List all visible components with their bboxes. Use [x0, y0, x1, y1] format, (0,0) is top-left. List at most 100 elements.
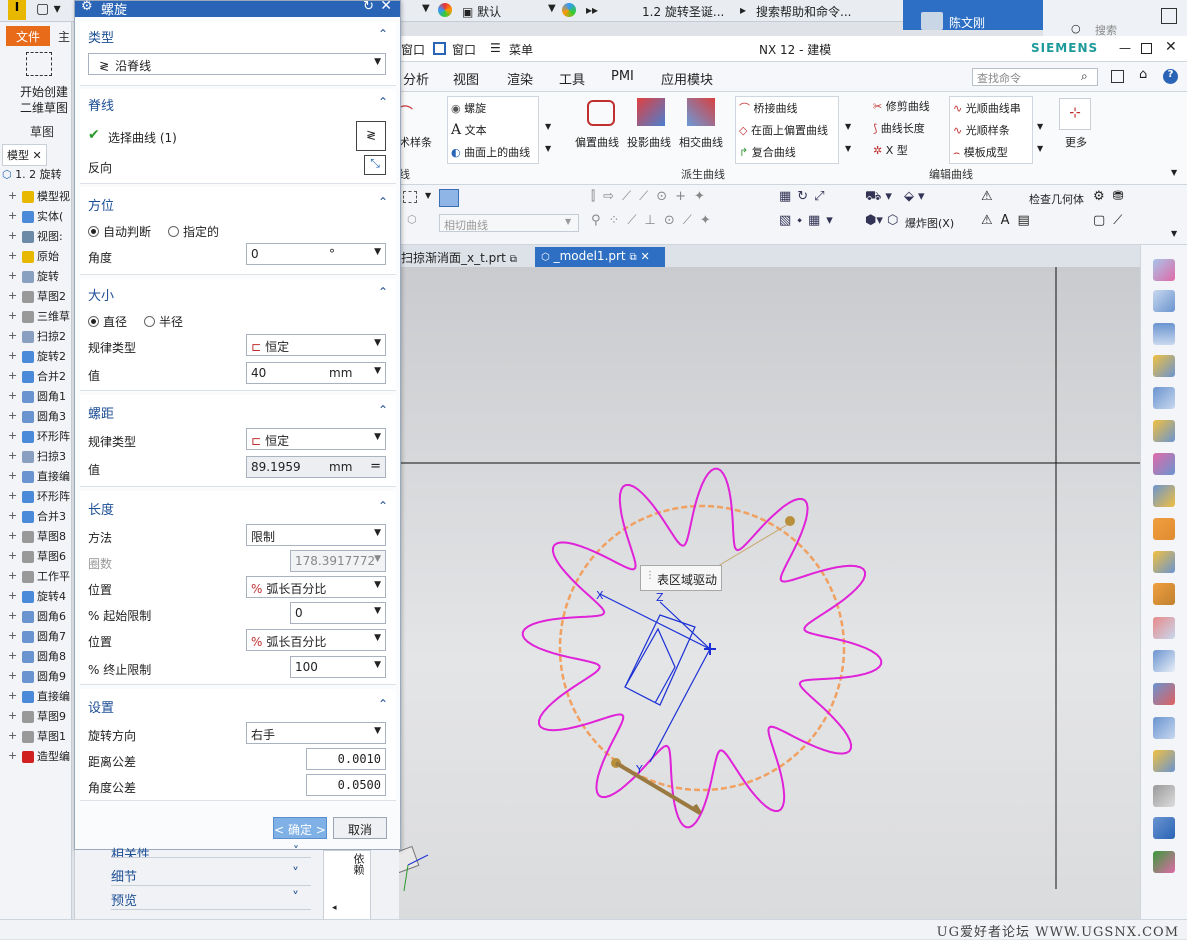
menu-tools[interactable]: 工具	[559, 69, 585, 88]
tree-item[interactable]: + 直接编	[0, 688, 72, 708]
fullscreen-icon[interactable]	[1111, 70, 1124, 83]
tree-item[interactable]: + 圆角6	[0, 608, 72, 628]
expand-icon[interactable]: +	[8, 289, 17, 302]
radio-auto[interactable]: 自动判断	[88, 223, 151, 240]
size-value-input[interactable]: 40 mm ▼	[246, 362, 386, 384]
expand-icon[interactable]: +	[8, 309, 17, 322]
offset-in-face-button[interactable]: ◇ 在面上偏置曲线	[739, 122, 828, 138]
gallery-down-icon[interactable]: ▼	[1037, 122, 1043, 131]
offset-face-icon[interactable]	[1153, 750, 1175, 772]
search-input[interactable]: 搜索	[1095, 22, 1117, 36]
grid-array-icon[interactable]	[1153, 583, 1175, 605]
dropdown-arrow-icon[interactable]: ▼	[548, 3, 556, 14]
spline-button[interactable]: 术样条	[399, 134, 432, 150]
collapse-chevron-icon[interactable]: ⌃	[378, 499, 388, 513]
projected-curve-button[interactable]: 投影曲线	[627, 134, 671, 150]
ribbon-options-icon[interactable]: ⌂	[1139, 67, 1147, 82]
tree-item[interactable]: + 圆角1	[0, 388, 72, 408]
composite-curve-button[interactable]: ↱ 复合曲线	[739, 144, 796, 160]
tree-item[interactable]: + 圆角7	[0, 628, 72, 648]
mesh-surface-icon[interactable]	[1153, 717, 1175, 739]
expand-icon[interactable]: +	[8, 509, 17, 522]
offset-curve-button[interactable]: 偏置曲线	[575, 134, 619, 150]
check-geometry-button[interactable]: 检查几何体	[1029, 191, 1084, 207]
expand-icon[interactable]: +	[8, 229, 17, 242]
expand-icon[interactable]: +	[8, 669, 17, 682]
gallery-more-icon[interactable]: ▼	[845, 144, 851, 153]
tree-item[interactable]: + 原始	[0, 248, 72, 268]
smooth-curve-string-button[interactable]: ∿ 光顺曲线串	[953, 100, 1021, 116]
select-curve-label[interactable]: 选择曲线 (1)	[108, 129, 177, 146]
expand-icon[interactable]: +	[8, 389, 17, 402]
snap-icons-row2[interactable]: ⚲⁘⟋⊥⊙⟋✦	[591, 213, 719, 228]
collapse-chevron-icon[interactable]: ⌃	[378, 95, 388, 109]
new-file-icon[interactable]: ▢ ▾	[36, 1, 61, 17]
tree-item[interactable]: + 环形阵	[0, 428, 72, 448]
cylinder-icon[interactable]	[1153, 290, 1175, 312]
close-icon[interactable]: ✕	[1165, 39, 1177, 55]
graphics-viewport[interactable]: X Z Y	[370, 267, 1140, 919]
unite-icon[interactable]	[1153, 485, 1175, 507]
expand-icon[interactable]: +	[8, 549, 17, 562]
size-header[interactable]: 大小	[88, 285, 114, 304]
reverse-direction-icon[interactable]: ⤡	[364, 155, 386, 175]
type-select[interactable]: ≷ 沿脊线 ▼	[88, 53, 386, 75]
spine-header[interactable]: 脊线	[88, 95, 114, 114]
dropdown-arrow-icon[interactable]: ▼	[425, 191, 431, 200]
gallery-more-icon[interactable]: ▼	[1037, 144, 1043, 153]
dependencies-row[interactable]: 相关性 ˅	[111, 844, 311, 858]
expand-icon[interactable]: +	[8, 729, 17, 742]
surface-icon[interactable]	[1153, 617, 1175, 639]
expand-icon[interactable]: +	[8, 329, 17, 342]
gallery-more-icon[interactable]: ▼	[545, 144, 551, 153]
angle-input[interactable]: 0 ° ▼	[246, 243, 386, 265]
help-search-field[interactable]: 搜索帮助和命令...	[756, 3, 851, 20]
expand-icon[interactable]: +	[8, 429, 17, 442]
ribbon-expand-icon[interactable]: ▼	[1171, 168, 1177, 177]
expand-icon[interactable]: +	[8, 249, 17, 262]
radio-diameter[interactable]: 直径	[88, 313, 127, 330]
book-icon[interactable]	[1153, 323, 1175, 345]
tree-item[interactable]: + 草图1	[0, 728, 72, 748]
tree-item[interactable]: + 草图2	[0, 288, 72, 308]
tree-item[interactable]: + 草图6	[0, 548, 72, 568]
menu-pmi[interactable]: PMI	[611, 69, 634, 84]
tree-item[interactable]: + 合并3	[0, 508, 72, 528]
view-icons-row2[interactable]: ▧⬩▦▾	[779, 213, 839, 228]
expand-icon[interactable]: +	[8, 569, 17, 582]
roles-icon[interactable]	[1153, 851, 1175, 873]
distance-tolerance-input[interactable]: 0.0010	[306, 748, 386, 770]
exploded-view-button[interactable]: 爆炸图(X)	[905, 215, 954, 231]
expand-icon[interactable]: +	[8, 469, 17, 482]
pipe-icon[interactable]	[1153, 387, 1175, 409]
close-tab-icon[interactable]: ✕	[640, 250, 649, 263]
expand-icon[interactable]: +	[8, 189, 17, 202]
maximize-icon[interactable]	[1141, 43, 1152, 54]
expand-icon[interactable]: +	[8, 689, 17, 702]
expand-icon[interactable]: +	[8, 609, 17, 622]
tree-item[interactable]: + 旋转	[0, 268, 72, 288]
expand-icon[interactable]: +	[8, 649, 17, 662]
color-wheel-icon[interactable]	[438, 3, 452, 17]
tree-item[interactable]: + 旋转2	[0, 348, 72, 368]
toolbar-expand-icon[interactable]: ▼	[1171, 229, 1177, 238]
expand-icon[interactable]: +	[8, 489, 17, 502]
switch-window-button[interactable]: 窗口	[401, 41, 425, 58]
select-curve-icon[interactable]: ≷	[356, 121, 386, 151]
tree-item[interactable]: + 合并2	[0, 368, 72, 388]
type-header[interactable]: 类型	[88, 27, 114, 46]
tree-item[interactable]: + 圆角8	[0, 648, 72, 668]
expand-icon[interactable]: +	[8, 209, 17, 222]
close-icon[interactable]: ✕	[380, 0, 392, 14]
main-menu[interactable]: 菜单	[509, 41, 533, 58]
tangent-curve-select[interactable]: 相切曲线	[439, 214, 579, 232]
collapse-chevron-icon[interactable]: ⌃	[378, 285, 388, 299]
palette-icon[interactable]	[562, 3, 576, 17]
size-law-select[interactable]: ⊏ 恒定 ▼	[246, 334, 386, 356]
menu-applications[interactable]: 应用模块	[661, 69, 713, 88]
tree-item[interactable]: + 草图9	[0, 708, 72, 728]
more-arrows-icon[interactable]: ▸▸	[586, 3, 598, 17]
length-method-select[interactable]: 限制 ▼	[246, 524, 386, 546]
analysis-icons[interactable]: ⚠A▤	[981, 213, 1038, 228]
intersect-curve-button[interactable]: 相交曲线	[679, 134, 723, 150]
